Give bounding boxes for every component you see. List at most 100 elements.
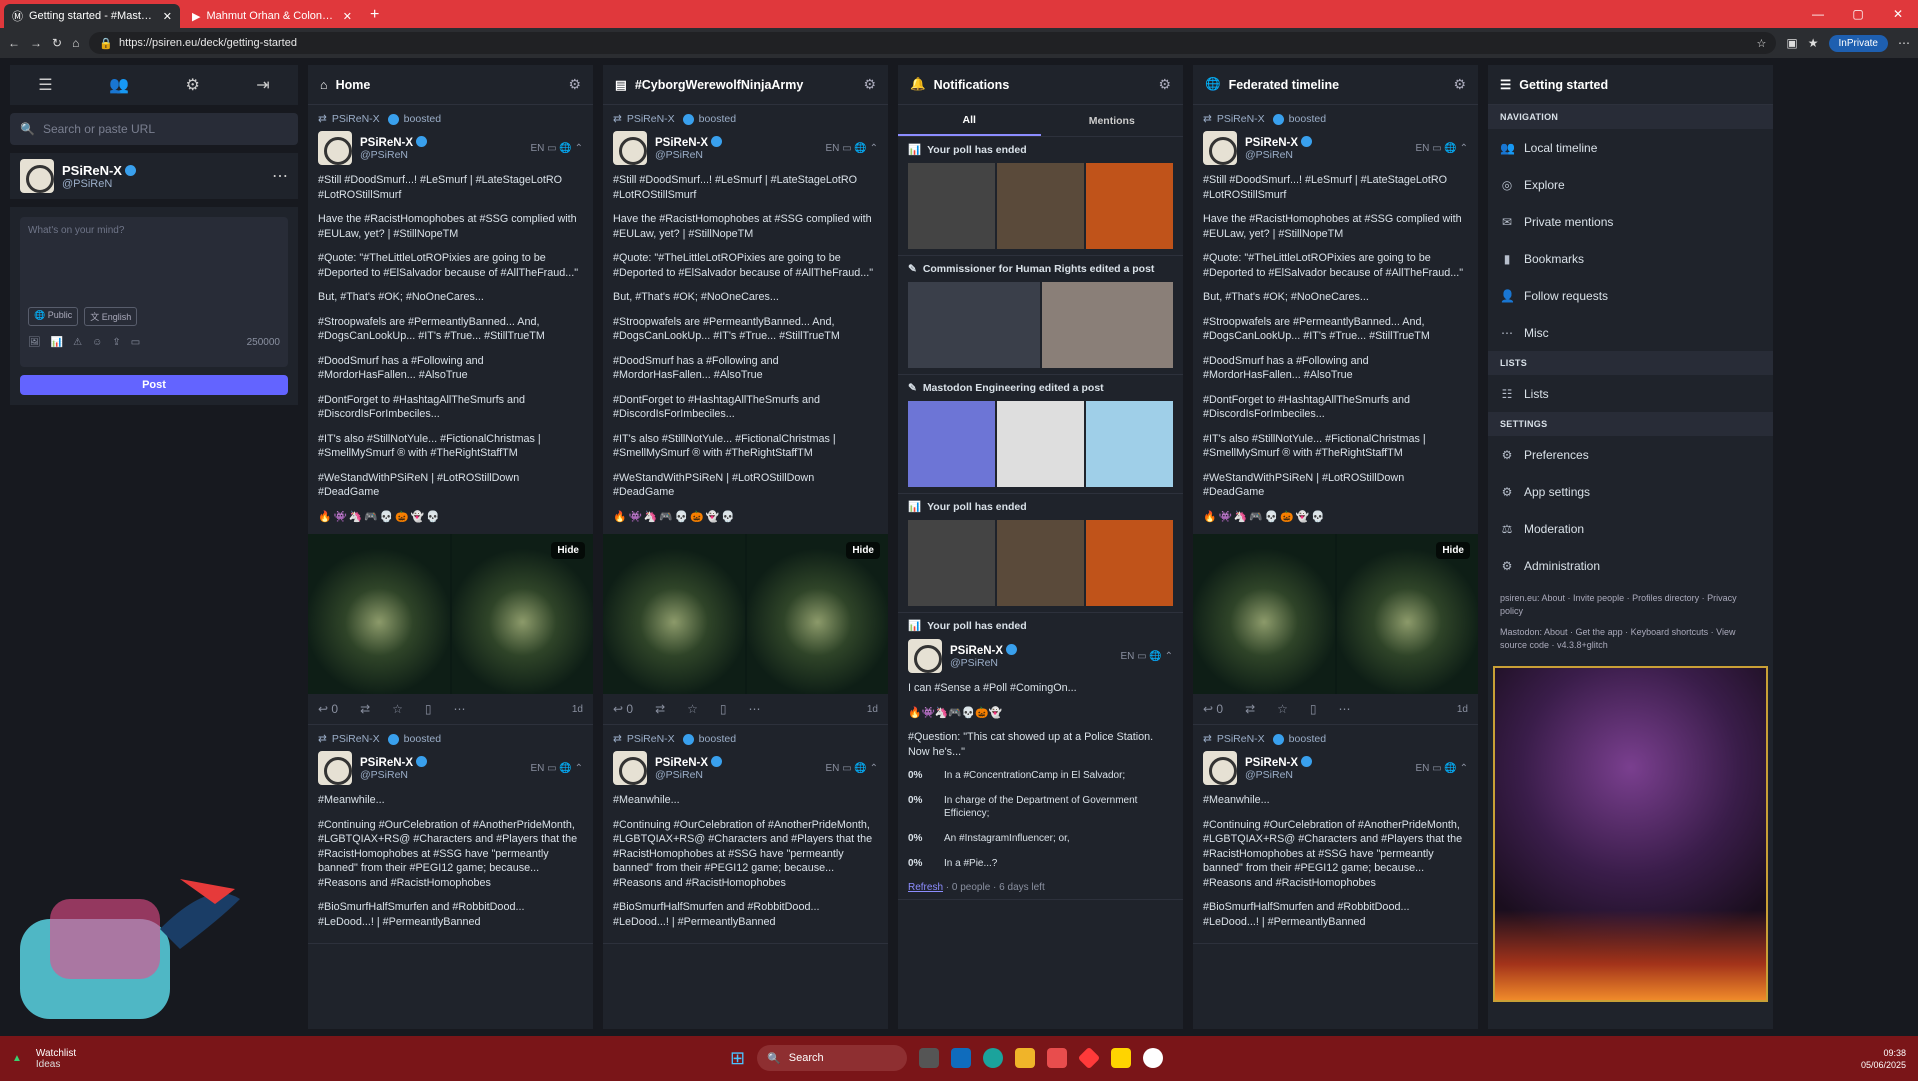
column-settings-icon[interactable]: ⚙ xyxy=(568,76,581,93)
taskbar-search[interactable]: 🔍 Search xyxy=(757,1045,908,1071)
warning-icon[interactable]: ⚠ xyxy=(73,337,82,348)
avatar[interactable] xyxy=(613,131,647,165)
media-gallery[interactable] xyxy=(908,163,1173,249)
close-window-button[interactable]: ✕ xyxy=(1878,7,1918,21)
app-icon[interactable] xyxy=(1077,1046,1101,1070)
search-input[interactable]: 🔍 Search or paste URL xyxy=(10,113,298,145)
share-icon[interactable]: ⇪ xyxy=(112,337,120,348)
poll-option[interactable]: 0% In a #Pie...? xyxy=(908,857,1173,870)
visibility-button[interactable]: 🌐 Public xyxy=(28,307,79,326)
status-card[interactable]: ⇄ PSiReN-X boosted PSiReN-X @PSiReN EN ▭ 🌐 … xyxy=(603,725,888,944)
nav-follow-requests[interactable]: 👤 Follow requests xyxy=(1488,277,1773,314)
hide-media-button[interactable]: Hide xyxy=(1436,542,1470,559)
reply-icon[interactable]: ↩ 0 xyxy=(318,702,338,716)
avatar[interactable] xyxy=(20,159,54,193)
more-icon[interactable]: ⋯ xyxy=(454,702,466,716)
minimize-button[interactable]: — xyxy=(1798,7,1838,21)
url-field[interactable]: 🔒 https://psiren.eu/deck/getting-started… xyxy=(89,32,1777,54)
column-settings-icon[interactable]: ⚙ xyxy=(1453,76,1466,93)
poll-option[interactable]: 0% An #InstagramInfluencer; or, xyxy=(908,832,1173,845)
notification-item[interactable]: 📊 Your poll has ended xyxy=(898,137,1183,256)
hide-media-button[interactable]: Hide xyxy=(846,542,880,559)
refresh-link[interactable]: Refresh xyxy=(908,882,943,893)
more-icon[interactable]: ⋯ xyxy=(272,166,288,186)
close-icon[interactable]: ✕ xyxy=(343,10,352,23)
column-header[interactable]: 🔔 Notifications ⚙ xyxy=(898,65,1183,105)
outlook-icon[interactable] xyxy=(951,1048,972,1068)
tab-all[interactable]: All xyxy=(898,105,1041,136)
more-icon[interactable]: ⋯ xyxy=(1898,36,1910,50)
bookmark-icon[interactable]: ▯ xyxy=(425,702,432,716)
favourite-icon[interactable]: ☆ xyxy=(392,702,403,716)
close-icon[interactable]: ✕ xyxy=(163,10,172,23)
favourite-icon[interactable]: ☆ xyxy=(1277,702,1288,716)
nav-explore[interactable]: ◎ Explore xyxy=(1488,166,1773,203)
more-icon[interactable]: ⋯ xyxy=(1339,702,1351,716)
tab-youtube[interactable]: ▶ Mahmut Orhan & Colonel Bagsh... ✕ xyxy=(184,4,360,28)
xbox-icon[interactable] xyxy=(1143,1048,1164,1068)
account-card[interactable]: PSiReN-X @PSiReN ⋯ xyxy=(10,153,298,199)
notification-item[interactable]: 📊 Your poll has ended xyxy=(898,494,1183,613)
footer-links[interactable]: psiren.eu: About · Invite people · Profi… xyxy=(1488,584,1773,660)
media-gallery[interactable]: Hide xyxy=(603,534,888,694)
tab-getting-started[interactable]: Ⓜ Getting started - #MastodonSpyl... ✕ xyxy=(4,4,180,28)
extension-icon[interactable]: ▣ xyxy=(1786,36,1797,50)
windows-start-icon[interactable]: ⊞ xyxy=(730,1048,745,1069)
favorite-star-icon[interactable]: ☆ xyxy=(1757,37,1767,50)
favourite-icon[interactable]: ☆ xyxy=(687,702,698,716)
bookmark-icon[interactable]: ▯ xyxy=(1310,702,1317,716)
language-button[interactable]: 文 English xyxy=(84,307,138,326)
post-button[interactable]: Post xyxy=(20,375,288,395)
menu-icon[interactable]: ☰ xyxy=(38,75,52,95)
nav-app-settings[interactable]: ⚙ App settings xyxy=(1488,473,1773,510)
boost-icon[interactable]: ⇄ xyxy=(1245,702,1255,716)
bookmark-icon[interactable]: ▯ xyxy=(720,702,727,716)
forward-icon[interactable]: → xyxy=(30,36,42,50)
media-icon[interactable]: 🖼 xyxy=(28,337,41,348)
avatar[interactable] xyxy=(318,751,352,785)
emoji-icon[interactable]: ☺ xyxy=(92,337,102,348)
status-card[interactable]: ⇄ PSiReN-X boosted PSiReN-X @PSiReN EN ▭ 🌐 … xyxy=(308,105,593,725)
nav-bookmarks[interactable]: ▮ Bookmarks xyxy=(1488,240,1773,277)
avatar[interactable] xyxy=(908,639,942,673)
more-icon[interactable]: ⋯ xyxy=(749,702,761,716)
column-header[interactable]: ▤ #CyborgWerewolfNinjaArmy ⚙ xyxy=(603,65,888,105)
home-icon[interactable]: ⌂ xyxy=(72,36,79,50)
column-header[interactable]: ⌂ Home ⚙ xyxy=(308,65,593,105)
nav-local-timeline[interactable]: 👥 Local timeline xyxy=(1488,129,1773,166)
status-card[interactable]: ⇄ PSiReN-X boosted PSiReN-X @PSiReN EN ▭ 🌐 … xyxy=(1193,725,1478,944)
nav-private-mentions[interactable]: ✉ Private mentions xyxy=(1488,203,1773,240)
media-gallery[interactable] xyxy=(908,282,1173,368)
boost-icon[interactable]: ⇄ xyxy=(655,702,665,716)
new-tab-button[interactable]: + xyxy=(360,6,389,28)
avatar[interactable] xyxy=(1203,131,1237,165)
column-header[interactable]: 🌐 Federated timeline ⚙ xyxy=(1193,65,1478,105)
media-gallery[interactable] xyxy=(908,401,1173,487)
poll-option[interactable]: 0% In a #ConcentrationCamp in El Salvador… xyxy=(908,769,1173,782)
timestamp[interactable]: 1d xyxy=(867,704,878,715)
nav-preferences[interactable]: ⚙ Preferences xyxy=(1488,436,1773,473)
avatar[interactable] xyxy=(318,131,352,165)
bookmark-icon[interactable]: ▭ xyxy=(131,337,140,348)
media-gallery[interactable] xyxy=(908,520,1173,606)
inprivate-badge[interactable]: InPrivate xyxy=(1828,34,1888,52)
nav-moderation[interactable]: ⚖ Moderation xyxy=(1488,510,1773,547)
refresh-icon[interactable]: ↻ xyxy=(52,36,62,50)
nav-administration[interactable]: ⚙ Administration xyxy=(1488,547,1773,584)
column-header[interactable]: ☰ Getting started xyxy=(1488,65,1773,105)
compose-textarea[interactable]: What's on your mind? 🌐 Public 文 English … xyxy=(20,217,288,367)
reply-icon[interactable]: ↩ 0 xyxy=(1203,702,1223,716)
settings-icon[interactable]: ⚙ xyxy=(185,75,199,95)
maximize-button[interactable]: ▢ xyxy=(1838,7,1878,21)
store-icon[interactable] xyxy=(1047,1048,1068,1068)
task-view-icon[interactable] xyxy=(919,1048,940,1068)
timestamp[interactable]: 1d xyxy=(572,704,583,715)
status-card[interactable]: ⇄ PSiReN-X boosted PSiReN-X @PSiReN EN ▭ 🌐 … xyxy=(603,105,888,725)
column-settings-icon[interactable]: ⚙ xyxy=(863,76,876,93)
nav-lists[interactable]: ☷ Lists xyxy=(1488,375,1773,412)
hide-media-button[interactable]: Hide xyxy=(551,542,585,559)
poll-option[interactable]: 0% In charge of the Department of Governm… xyxy=(908,794,1173,820)
watchlist-widget[interactable]: Watchlist Ideas xyxy=(36,1048,76,1070)
status-card[interactable]: ⇄ PSiReN-X boosted PSiReN-X @PSiReN EN ▭ 🌐 … xyxy=(1193,105,1478,725)
avatar[interactable] xyxy=(1203,751,1237,785)
